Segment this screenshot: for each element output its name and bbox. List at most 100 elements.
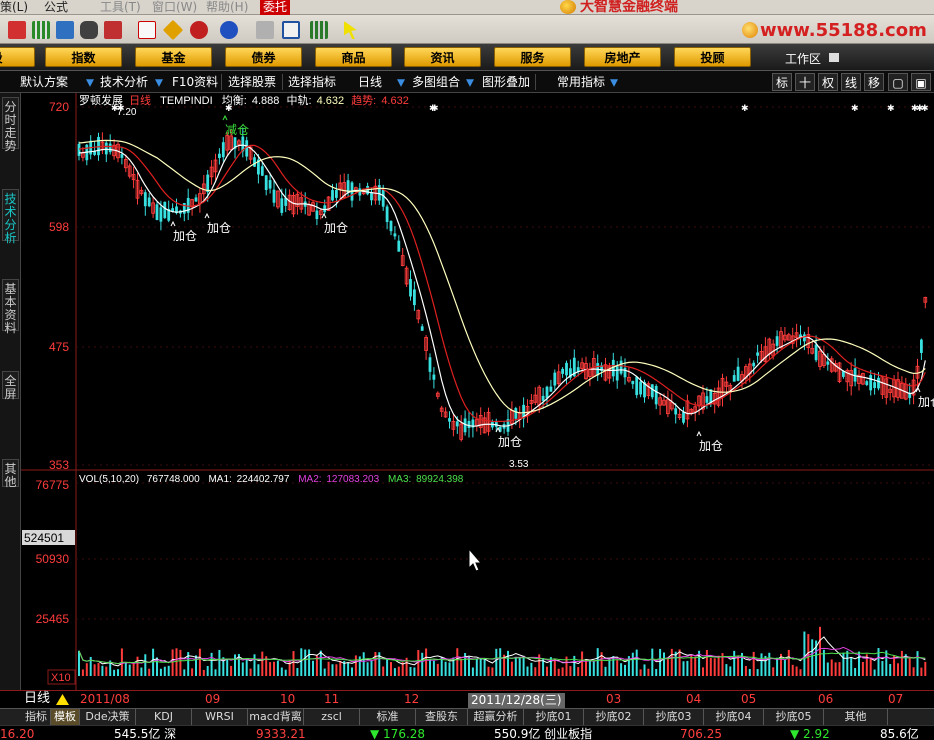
ma2-label: MA2:: [298, 474, 321, 485]
lock-icon[interactable]: [535, 74, 536, 90]
info-star-icon: ✱: [921, 104, 929, 114]
ticker-item: ▼ 176.28: [370, 727, 426, 740]
markets-icon[interactable]: [56, 21, 74, 39]
candle-body: [323, 205, 327, 213]
alert-icon[interactable]: [104, 21, 122, 39]
nav-info-button[interactable]: 资讯: [404, 47, 481, 67]
maximize-window-icon[interactable]: ▣: [911, 73, 931, 91]
dropdown-arrow-icon[interactable]: [829, 53, 839, 62]
tab-other[interactable]: 其他: [2, 459, 19, 489]
scheme-dropdown[interactable]: 默认方案: [20, 73, 68, 91]
select-indicator-button[interactable]: 选择指标: [288, 73, 336, 91]
menu-strategy[interactable]: 策(L): [0, 0, 28, 15]
candle-body: [97, 136, 100, 156]
trade-signal-label: 加仓: [173, 229, 197, 243]
market-ticker: 16.20 545.5亿 深 9333.21 ▼ 176.28 550.9亿 创业板指 7…: [0, 725, 934, 740]
ticker-item: 9333.21: [256, 727, 306, 740]
indicator-tab[interactable]: zscl: [304, 709, 360, 725]
notes-icon[interactable]: [256, 21, 274, 39]
indicator-tab[interactable]: 抄底05: [764, 709, 824, 725]
f10-icon[interactable]: [190, 21, 208, 39]
move-toggle[interactable]: 移: [864, 73, 884, 91]
diamond-icon[interactable]: [162, 19, 184, 41]
formula-icon[interactable]: [138, 21, 156, 39]
rights-toggle[interactable]: 权: [818, 73, 838, 91]
window-icon[interactable]: [282, 21, 300, 39]
restore-window-icon[interactable]: ▢: [888, 73, 908, 91]
indicator-tab[interactable]: 抄底01: [524, 709, 584, 725]
menu-formula[interactable]: 公式: [44, 0, 68, 15]
trade-signal-label: 加仓: [207, 221, 231, 235]
select-stock-button[interactable]: 选择股票: [228, 73, 276, 91]
flag-icon[interactable]: [8, 21, 26, 39]
nav-advisor-button[interactable]: 投顾: [674, 47, 751, 67]
help-pointer-icon[interactable]: [344, 21, 357, 39]
indicator-tab[interactable]: 标准: [360, 709, 416, 725]
info-star-icon: ✱: [887, 104, 895, 114]
menu-help[interactable]: 帮助(H): [206, 0, 248, 15]
month-label: 11: [324, 692, 340, 706]
nav-commodity-button[interactable]: 商品: [315, 47, 392, 67]
menu-tools[interactable]: 工具(T): [100, 0, 141, 15]
indicator-tab[interactable]: WRSI: [192, 709, 248, 725]
coin-icon[interactable]: [220, 21, 238, 39]
tech-analysis-dropdown[interactable]: 技术分析: [100, 73, 148, 91]
candle-body: [732, 375, 736, 382]
nav-index-button[interactable]: 指数: [45, 47, 122, 67]
crosshair-toggle[interactable]: 十: [795, 73, 815, 91]
mid-value: 4.632: [317, 95, 345, 107]
nav-realestate-button[interactable]: 房地产: [584, 47, 661, 67]
overlay-button[interactable]: 图形叠加: [482, 73, 530, 91]
indicator-tab[interactable]: 模板: [51, 709, 80, 725]
volume-unit-label: X10: [51, 672, 71, 684]
cursor-date: 2011/12/28(三): [468, 693, 565, 708]
balance-value: 4.888: [252, 95, 280, 107]
tab-fundamentals[interactable]: 基本资料: [2, 279, 19, 335]
indicator-tab[interactable]: 抄底02: [584, 709, 644, 725]
workspace-menu[interactable]: 工作区: [785, 50, 821, 67]
site-url[interactable]: www.55188.com: [760, 20, 927, 41]
candle-body: [682, 412, 685, 423]
candle-body: [280, 198, 284, 213]
chevron-down-icon[interactable]: [610, 79, 618, 87]
volume-label: VOL(5,10,20): [79, 474, 139, 485]
menu-trade[interactable]: 委托: [260, 0, 291, 15]
bars-icon[interactable]: [32, 21, 50, 39]
common-indicator-dropdown[interactable]: 常用指标: [557, 73, 605, 91]
chevron-down-icon[interactable]: [466, 79, 474, 87]
f10-button[interactable]: F10资料: [172, 73, 218, 91]
line-toggle[interactable]: 线: [841, 73, 861, 91]
period-dropdown[interactable]: 日线: [358, 73, 382, 91]
indicator-tab[interactable]: Dde决策: [80, 709, 136, 725]
nav-bond-button[interactable]: 债券: [225, 47, 302, 67]
candle-body: [615, 365, 619, 381]
mark-toggle[interactable]: 标: [772, 73, 792, 91]
chevron-down-icon[interactable]: [86, 79, 94, 87]
ticker-item: 550.9亿 创业板指: [494, 727, 593, 740]
candle-body: [775, 336, 779, 346]
indicator-tab[interactable]: 查股东: [416, 709, 468, 725]
nav-fund-button[interactable]: 基金: [135, 47, 212, 67]
indicator-tab[interactable]: 超赢分析: [468, 709, 524, 725]
indicator-tab[interactable]: 其他: [824, 709, 888, 725]
tab-intraday[interactable]: 分时走势: [2, 97, 19, 153]
nav-service-button[interactable]: 服务: [494, 47, 571, 67]
tab-technical-analysis[interactable]: 技术分析: [2, 189, 19, 245]
indicator-tab[interactable]: KDJ: [136, 709, 192, 725]
period-selector[interactable]: 日线: [24, 690, 50, 708]
chevron-down-icon[interactable]: [397, 79, 405, 87]
bar-chart-icon[interactable]: [310, 21, 328, 39]
menu-window[interactable]: 窗口(W): [152, 0, 197, 15]
indicator-tab[interactable]: macd背离: [248, 709, 304, 725]
low-price-label: 3.53: [509, 459, 529, 470]
indicator-tab[interactable]: 抄底04: [704, 709, 764, 725]
chevron-down-icon[interactable]: [155, 79, 163, 87]
divider: [282, 74, 283, 90]
indicator-tab[interactable]: 指标: [22, 709, 51, 725]
binoculars-icon[interactable]: [80, 21, 98, 39]
kline-chart[interactable]: 720 598 475 353 罗顿发展 日线 TEMPINDI 均衡: 4.8…: [21, 93, 934, 690]
multi-chart-dropdown[interactable]: 多图组合: [412, 73, 460, 91]
indicator-tab[interactable]: 抄底03: [644, 709, 704, 725]
tab-fullscreen[interactable]: 全屏: [2, 371, 19, 401]
nav-stock-button[interactable]: 股: [0, 47, 35, 67]
